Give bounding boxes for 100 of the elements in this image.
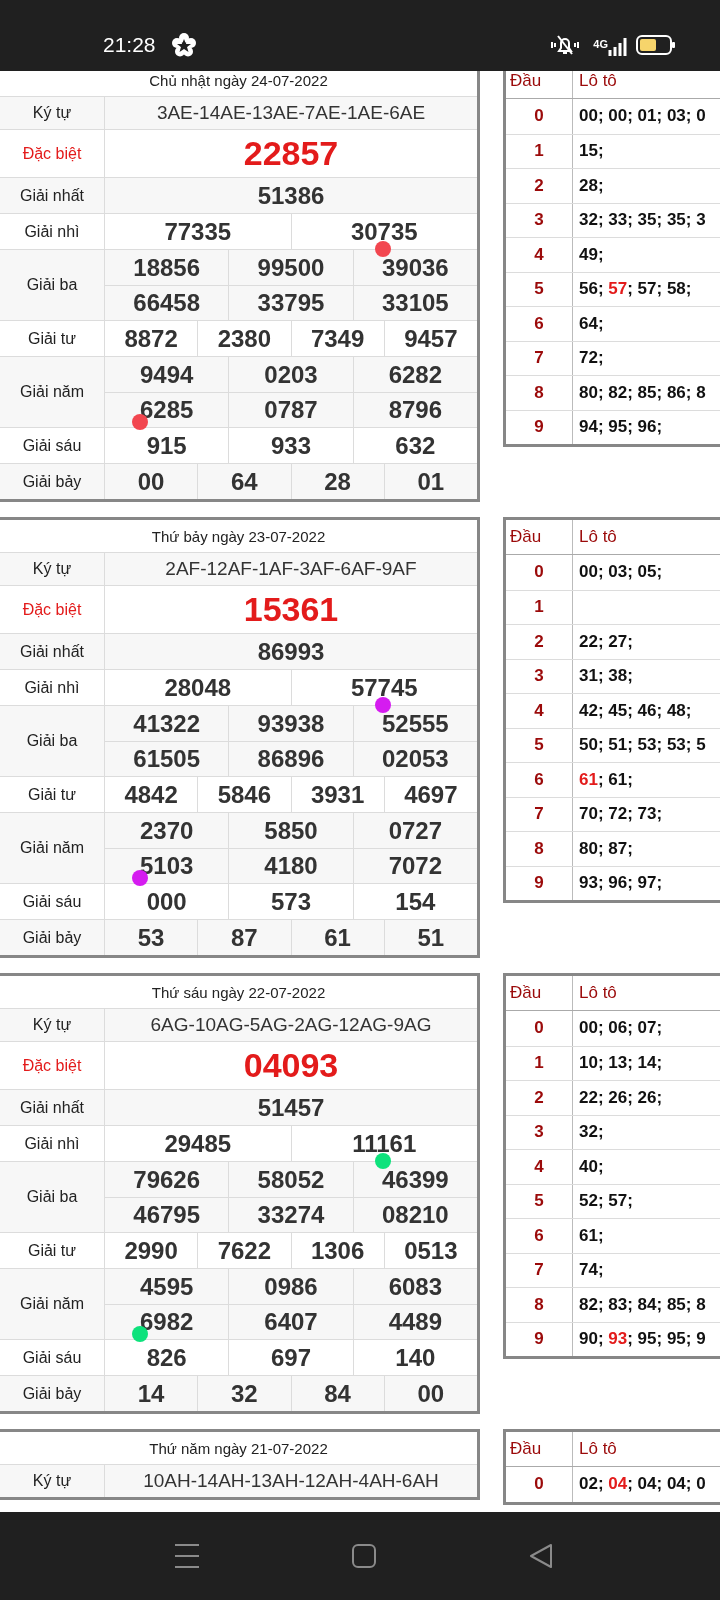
- prize-number: 99500: [228, 250, 353, 285]
- prize-number: 6285: [105, 393, 229, 427]
- prize-number: 66458: [132, 288, 202, 318]
- clock-time: 21:28: [103, 32, 156, 57]
- network-type: 4G: [593, 37, 608, 50]
- menu-icon[interactable]: [174, 1543, 200, 1569]
- prize-number: 826: [145, 1342, 188, 1373]
- flower-icon: [171, 32, 196, 57]
- loto-numbers: 31; 38;: [579, 666, 633, 687]
- head-digit: 2: [506, 1081, 573, 1115]
- prize-number: 39036: [352, 250, 477, 285]
- prize-number: 000: [145, 886, 188, 917]
- column-header: Đầu: [506, 1432, 573, 1466]
- prize-number: 08210: [352, 1198, 477, 1232]
- prize-label: Giải bảy: [0, 920, 105, 955]
- code-value: 10AH-14AH-13AH-12AH-4AH-6AH: [142, 1469, 440, 1493]
- head-digit: 6: [506, 1219, 573, 1253]
- head-digit: 5: [506, 728, 573, 762]
- prize-number: 79626: [132, 1164, 202, 1195]
- head-digit: 2: [506, 169, 573, 203]
- code-label: Ký tự: [0, 1465, 105, 1497]
- head-digit: 6: [506, 763, 573, 797]
- head-digit: 0: [506, 99, 573, 134]
- prize-number: 51457: [256, 1092, 326, 1123]
- loto-numbers: 82; 83; 84; 85; 8: [579, 1294, 706, 1315]
- column-header: Lô tô: [578, 1438, 618, 1460]
- head-digit: 5: [506, 272, 573, 306]
- prize-number: 64: [197, 464, 291, 499]
- prize-number: 33105: [352, 286, 477, 320]
- prize-number: 86896: [228, 742, 353, 776]
- loto-numbers: 80; 87;: [579, 838, 633, 859]
- special-prize-number: 04093: [242, 1045, 340, 1086]
- head-digit: 3: [506, 203, 573, 237]
- prize-number: 52555: [352, 706, 477, 741]
- code-label: Ký tự: [0, 97, 105, 129]
- prize-label: Giải năm: [0, 357, 105, 427]
- loto-numbers: 02; 04; 04; 04; 0: [579, 1474, 706, 1495]
- head-digit: 7: [506, 797, 573, 831]
- prize-label: Giải nhất: [0, 178, 105, 213]
- prize-number: 61: [290, 920, 384, 955]
- head-digit: 2: [506, 625, 573, 659]
- prize-label: Giải năm: [0, 813, 105, 883]
- prize-label: Giải bảy: [0, 1376, 105, 1411]
- head-digit: 9: [506, 410, 573, 444]
- loto-numbers: 64;: [579, 313, 604, 334]
- prize-number: 87: [197, 920, 291, 955]
- loto-numbers: 61;: [579, 1225, 604, 1246]
- prize-number: 2370: [138, 815, 195, 846]
- loto-numbers: 00; 00; 01; 03; 0: [579, 106, 706, 127]
- head-digit: 0: [506, 1011, 573, 1046]
- loto-numbers: 50; 51; 53; 53; 5: [579, 735, 706, 756]
- prize-number: 86993: [256, 636, 326, 667]
- prize-number: 6982: [105, 1305, 229, 1339]
- head-digit: 9: [506, 1322, 573, 1356]
- prize-number: 4489: [352, 1305, 477, 1339]
- column-header: Đầu: [506, 520, 573, 554]
- prize-number: 29485: [163, 1128, 233, 1159]
- prize-number: 2990: [123, 1235, 179, 1266]
- prize-number: 33274: [228, 1198, 353, 1232]
- prize-number: 4595: [138, 1271, 195, 1302]
- prize-number: 8796: [352, 393, 477, 427]
- prize-label: Giải ba: [0, 250, 105, 320]
- prize-number: 46399: [352, 1162, 477, 1197]
- loto-numbers: 49;: [579, 244, 604, 265]
- home-icon[interactable]: [351, 1543, 377, 1569]
- prize-number: 28048: [163, 672, 233, 703]
- prize-number: 14: [136, 1378, 166, 1409]
- loto-numbers: 00; 06; 07;: [579, 1018, 663, 1039]
- loto-numbers: 32;: [579, 1122, 604, 1143]
- head-digit: 6: [506, 307, 573, 341]
- prize-number: 77335: [163, 216, 233, 247]
- loto-numbers: 32; 33; 35; 35; 3: [579, 210, 706, 231]
- prize-label: Giải nhất: [0, 634, 105, 669]
- loto-numbers: 10; 13; 14;: [579, 1053, 663, 1074]
- loto-numbers: 61; 61;: [579, 769, 633, 790]
- prize-number: 0203: [228, 357, 353, 392]
- loto-numbers: 22; 27;: [579, 631, 633, 652]
- muted-bell-icon: [549, 33, 582, 56]
- prize-number: 9494: [138, 359, 195, 390]
- code-value: 6AG-10AG-5AG-2AG-12AG-9AG: [149, 1013, 433, 1037]
- prize-number: 0787: [228, 393, 353, 427]
- prize-number: 00: [383, 1376, 477, 1411]
- loto-numbers: 80; 82; 85; 86; 8: [579, 382, 706, 403]
- prize-number: 0986: [228, 1269, 353, 1304]
- draw-date-title: Thứ bảy ngày 23-07-2022: [150, 526, 327, 547]
- prize-number: 6407: [228, 1305, 353, 1339]
- code-value: 3AE-14AE-13AE-7AE-1AE-6AE: [155, 101, 427, 125]
- prize-number: 6083: [352, 1269, 477, 1304]
- head-digit: 1: [506, 134, 573, 168]
- back-icon[interactable]: [528, 1543, 554, 1569]
- loto-numbers: 94; 95; 96;: [579, 417, 663, 438]
- loto-numbers: 52; 57;: [579, 1191, 633, 1212]
- prize-number: 51: [383, 920, 477, 955]
- head-digit: 3: [506, 1115, 573, 1149]
- loto-numbers: 42; 45; 46; 48;: [579, 700, 692, 721]
- prize-label: Giải năm: [0, 1269, 105, 1339]
- prize-number: 4842: [123, 779, 179, 810]
- prize-label: Giải bảy: [0, 464, 105, 499]
- prize-number: 51386: [256, 180, 326, 211]
- loto-numbers: 70; 72; 73;: [579, 804, 663, 825]
